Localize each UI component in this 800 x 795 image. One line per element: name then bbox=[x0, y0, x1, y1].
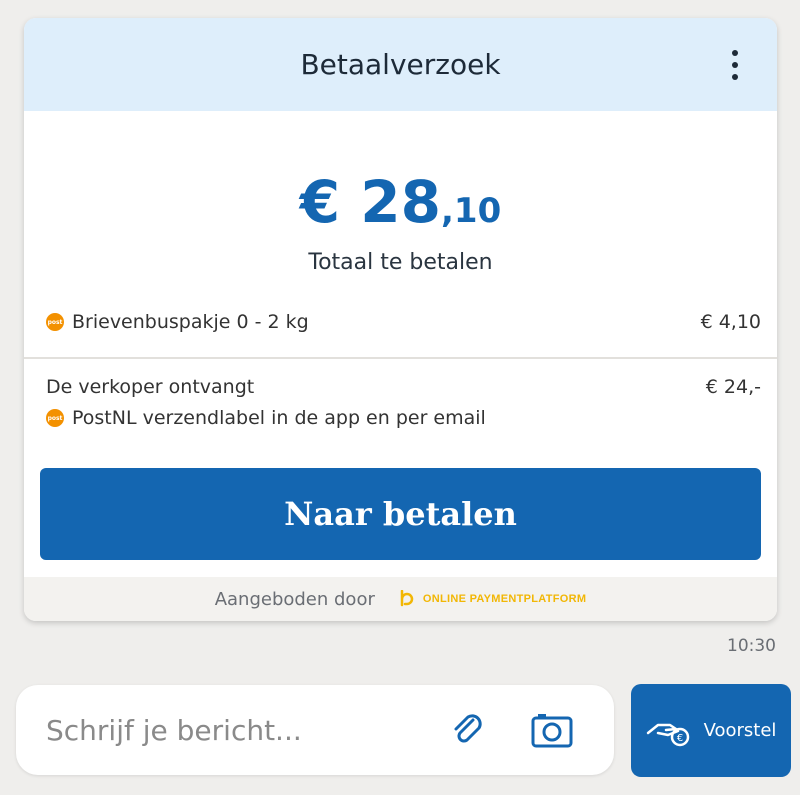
opp-logo bbox=[400, 590, 414, 607]
message-composer bbox=[16, 685, 614, 775]
amount-caption: Totaal te betalen bbox=[308, 250, 493, 275]
seller-price: € 24,- bbox=[705, 376, 761, 398]
seller-row: De verkoper ontvangt € 24,- bbox=[46, 376, 761, 398]
amount-main: € 28 bbox=[299, 168, 442, 236]
provider-name: ONLINE PAYMENTPLATFORM bbox=[422, 593, 587, 605]
offer-button[interactable]: € Voorstel bbox=[631, 684, 791, 777]
message-timestamp: 10:30 bbox=[727, 636, 776, 656]
provider-brand: ONLINE PAYMENTPLATFORM bbox=[399, 590, 586, 608]
shipping-label: Brievenbuspakje 0 - 2 kg bbox=[72, 311, 309, 333]
offer-button-label: Voorstel bbox=[703, 720, 777, 741]
message-input[interactable] bbox=[46, 713, 426, 747]
hand-coin-icon: € bbox=[646, 723, 689, 746]
svg-text:€: € bbox=[676, 733, 682, 744]
footer-text: Aangeboden door bbox=[214, 588, 375, 610]
provider-footer: Aangeboden door ONLINE PAYMENTPLATFORM bbox=[24, 577, 777, 621]
amount-cents: ,10 bbox=[441, 191, 502, 231]
label-note: PostNL verzendlabel in de app en per ema… bbox=[72, 407, 486, 429]
paperclip-icon[interactable] bbox=[444, 706, 492, 754]
card-title: Betaalverzoek bbox=[300, 48, 501, 81]
card-header: Betaalverzoek bbox=[24, 18, 777, 111]
payment-request-card: Betaalverzoek € 28,10 Totaal te betalen … bbox=[24, 18, 777, 621]
postnl-icon: post bbox=[46, 313, 64, 331]
kebab-menu-icon[interactable] bbox=[729, 50, 741, 80]
camera-icon[interactable] bbox=[528, 706, 576, 754]
total-amount: € 28,10 bbox=[24, 168, 777, 236]
postnl-icon: post bbox=[46, 409, 64, 427]
seller-label: De verkoper ontvangt bbox=[46, 376, 255, 398]
shipping-price: € 4,10 bbox=[700, 311, 761, 333]
pay-button[interactable]: Naar betalen bbox=[40, 468, 761, 560]
shipping-row: post Brievenbuspakje 0 - 2 kg € 4,10 bbox=[46, 311, 761, 333]
divider bbox=[24, 357, 777, 359]
label-note-row: post PostNL verzendlabel in de app en pe… bbox=[46, 407, 761, 429]
